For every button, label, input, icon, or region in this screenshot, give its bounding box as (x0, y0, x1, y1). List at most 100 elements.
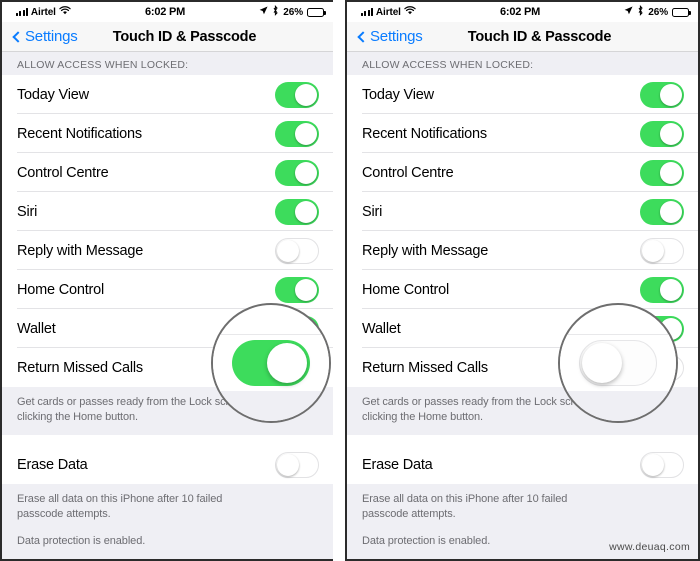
bluetooth-icon (637, 5, 644, 19)
toggle-knob (295, 200, 317, 223)
battery-icon (672, 7, 691, 17)
row-control-centre[interactable]: Control Centre (347, 153, 698, 192)
toggle-home-control[interactable] (275, 276, 319, 303)
row-home-control[interactable]: Home Control (2, 270, 333, 309)
back-button-settings[interactable]: Settings (12, 28, 78, 45)
iphone-screen-before: Airtel 6:02 PM 26% Settings Touch ID & P… (0, 0, 333, 561)
location-arrow-icon (624, 6, 633, 18)
cellular-signal-icon (16, 8, 28, 16)
list-spacer (2, 435, 333, 445)
carrier-label: Airtel (30, 6, 56, 18)
toggle-knob (267, 343, 307, 383)
row-label: Siri (362, 203, 383, 220)
battery-icon (307, 7, 326, 17)
row-label: Home Control (17, 281, 105, 298)
row-label: Today View (17, 86, 89, 103)
toggle-knob (660, 200, 682, 223)
toggle-knob (660, 83, 682, 106)
magnifier-callout-off (558, 303, 678, 423)
row-label: Home Control (362, 281, 450, 298)
toggle-knob (642, 453, 664, 476)
row-recent-notifications[interactable]: Recent Notifications (2, 114, 333, 153)
toggle-knob (660, 278, 682, 301)
list-spacer (347, 435, 698, 445)
toggle-today-view[interactable] (640, 81, 684, 108)
battery-percent-label: 26% (648, 6, 668, 18)
toggle-knob (581, 342, 622, 383)
row-home-control[interactable]: Home Control (347, 270, 698, 309)
toggle-erase-data[interactable] (275, 451, 319, 478)
section-header: ALLOW ACCESS WHEN LOCKED: (2, 52, 333, 75)
row-label: Wallet (17, 320, 56, 337)
battery-percent-label: 26% (283, 6, 303, 18)
iphone-screen-after: Airtel 6:02 PM 26% Settings Touch ID & P… (345, 0, 700, 561)
row-control-centre[interactable]: Control Centre (2, 153, 333, 192)
row-label: Erase Data (362, 456, 433, 473)
row-label: Recent Notifications (362, 125, 487, 142)
status-bar-right: 26% (259, 5, 326, 19)
toggle-knob (642, 239, 664, 262)
magnified-toggle-return-missed-calls[interactable] (232, 340, 310, 386)
toggle-knob (277, 453, 299, 476)
toggle-control-centre[interactable] (640, 159, 684, 186)
clock-label: 6:02 PM (499, 6, 541, 18)
location-arrow-icon (259, 6, 268, 18)
row-label: Reply with Message (17, 242, 144, 259)
bluetooth-icon (272, 5, 279, 19)
row-today-view[interactable]: Today View (2, 75, 333, 114)
row-label: Today View (362, 86, 434, 103)
row-siri[interactable]: Siri (347, 192, 698, 231)
erase-data-footer-note: Erase all data on this iPhone after 10 f… (2, 484, 333, 559)
back-button-settings[interactable]: Settings (357, 28, 423, 45)
row-label: Return Missed Calls (362, 359, 488, 376)
screenshot-stage: Airtel 6:02 PM 26% Settings Touch ID & P… (0, 0, 700, 561)
erase-footer-text-1: Erase all data on this iPhone after 10 f… (17, 493, 223, 505)
row-label: Erase Data (17, 456, 88, 473)
toggle-reply-with-message[interactable] (640, 237, 684, 264)
row-label: Control Centre (362, 164, 454, 181)
erase-footer-text-1: Erase all data on this iPhone after 10 f… (362, 493, 568, 505)
status-bar-left: Airtel (16, 6, 71, 18)
toggle-siri[interactable] (640, 198, 684, 225)
magnifier-note-background (213, 391, 329, 421)
row-reply-with-message[interactable]: Reply with Message (347, 231, 698, 270)
clock-label: 6:02 PM (144, 6, 186, 18)
toggle-reply-with-message[interactable] (275, 237, 319, 264)
navigation-bar: Settings Touch ID & Passcode (2, 22, 333, 52)
status-bar-right: 26% (624, 5, 691, 19)
toggle-recent-notifications[interactable] (275, 120, 319, 147)
status-bar: Airtel 6:02 PM 26% (347, 2, 698, 22)
toggle-today-view[interactable] (275, 81, 319, 108)
settings-list: ALLOW ACCESS WHEN LOCKED: Today View Rec… (347, 52, 698, 559)
erase-footer-line-1: Erase all data on this iPhone after 10 f… (17, 492, 317, 522)
toggle-knob (295, 278, 317, 301)
toggle-knob (660, 122, 682, 145)
row-today-view[interactable]: Today View (347, 75, 698, 114)
row-erase-data[interactable]: Erase Data (347, 445, 698, 484)
section-header: ALLOW ACCESS WHEN LOCKED: (347, 52, 698, 75)
magnified-toggle-return-missed-calls[interactable] (579, 340, 657, 386)
row-reply-with-message[interactable]: Reply with Message (2, 231, 333, 270)
toggle-siri[interactable] (275, 198, 319, 225)
toggle-knob (295, 83, 317, 106)
chevron-left-icon (357, 30, 369, 43)
back-button-label: Settings (25, 28, 78, 45)
toggle-recent-notifications[interactable] (640, 120, 684, 147)
row-siri[interactable]: Siri (2, 192, 333, 231)
erase-footer-text-2: passcode attempts. (17, 508, 111, 520)
toggle-knob (295, 161, 317, 184)
row-erase-data[interactable]: Erase Data (2, 445, 333, 484)
toggle-home-control[interactable] (640, 276, 684, 303)
status-bar: Airtel 6:02 PM 26% (2, 2, 333, 22)
toggle-erase-data[interactable] (640, 451, 684, 478)
status-bar-left: Airtel (361, 6, 416, 18)
row-label: Siri (17, 203, 38, 220)
toggle-control-centre[interactable] (275, 159, 319, 186)
back-button-label: Settings (370, 28, 423, 45)
row-recent-notifications[interactable]: Recent Notifications (347, 114, 698, 153)
row-label: Control Centre (17, 164, 109, 181)
navigation-bar: Settings Touch ID & Passcode (347, 22, 698, 52)
toggle-knob (277, 239, 299, 262)
toggle-knob (660, 161, 682, 184)
cellular-signal-icon (361, 8, 373, 16)
